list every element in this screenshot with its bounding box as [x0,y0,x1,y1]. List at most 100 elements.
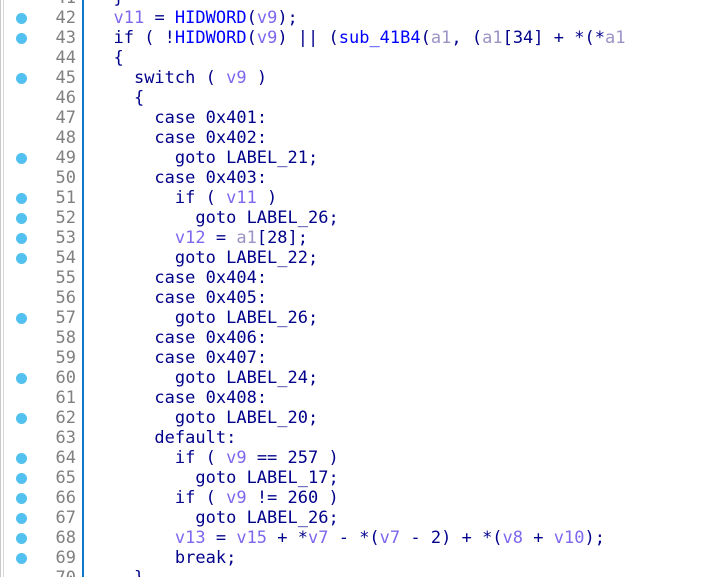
breakpoint-toggle-cell[interactable] [4,472,38,484]
code-line[interactable]: if ( !HIDWORD(v9) || (sub_41B4(a1, (a1[3… [84,28,713,48]
code-line[interactable]: v11 = HIDWORD(v9); [84,8,713,28]
code-line[interactable]: case 0x404: [84,268,713,288]
breakpoint-toggle-cell[interactable] [4,273,38,284]
breakpoint-dot-icon[interactable] [15,12,27,24]
code-line[interactable]: goto LABEL_24; [84,368,713,388]
code-line[interactable]: case 0x408: [84,388,713,408]
breakpoint-toggle-cell[interactable] [4,433,38,444]
code-line[interactable]: if ( v9 == 257 ) [84,448,713,468]
breakpoint-toggle-cell[interactable] [4,133,38,144]
gutter-row[interactable]: 54 [4,248,82,268]
gutter-row[interactable]: 61 [4,388,82,408]
code-line[interactable]: goto LABEL_20; [84,408,713,428]
code-line[interactable]: switch ( v9 ) [84,68,713,88]
breakpoint-dot-icon[interactable] [15,152,27,164]
breakpoint-dot-icon[interactable] [15,512,27,524]
gutter-row[interactable]: 58 [4,328,82,348]
breakpoint-dot-icon[interactable] [15,232,27,244]
breakpoint-dot-icon[interactable] [15,452,27,464]
breakpoint-toggle-cell[interactable] [4,252,38,264]
code-line[interactable]: goto LABEL_26; [84,508,713,528]
code-line[interactable]: goto LABEL_26; [84,208,713,228]
breakpoint-dot-icon[interactable] [15,372,27,384]
breakpoint-dot-icon[interactable] [15,412,27,424]
pseudocode-editor[interactable]: 4142434445464748495051525354555657585960… [0,0,713,577]
breakpoint-toggle-cell[interactable] [4,192,38,204]
code-line[interactable]: } [84,0,713,8]
breakpoint-toggle-cell[interactable] [4,173,38,184]
breakpoint-dot-icon[interactable] [15,532,27,544]
gutter-row[interactable]: 64 [4,448,82,468]
code-line[interactable]: case 0x402: [84,128,713,148]
gutter-row[interactable]: 45 [4,68,82,88]
breakpoint-toggle-cell[interactable] [4,393,38,404]
breakpoint-toggle-cell[interactable] [4,552,38,564]
breakpoint-toggle-cell[interactable] [4,32,38,44]
gutter-row[interactable]: 44 [4,48,82,68]
breakpoint-dot-icon[interactable] [15,192,27,204]
gutter-row[interactable]: 56 [4,288,82,308]
gutter-row[interactable]: 62 [4,408,82,428]
breakpoint-dot-icon[interactable] [15,32,27,44]
breakpoint-dot-icon[interactable] [15,252,27,264]
gutter-row[interactable]: 43 [4,28,82,48]
breakpoint-dot-icon[interactable] [15,212,27,224]
breakpoint-toggle-cell[interactable] [4,72,38,84]
code-line[interactable]: goto LABEL_17; [84,468,713,488]
breakpoint-toggle-cell[interactable] [4,353,38,364]
breakpoint-toggle-cell[interactable] [4,152,38,164]
breakpoint-toggle-cell[interactable] [4,113,38,124]
breakpoint-toggle-cell[interactable] [4,512,38,524]
breakpoint-toggle-cell[interactable] [4,372,38,384]
breakpoint-toggle-cell[interactable] [4,12,38,24]
code-line[interactable]: case 0x407: [84,348,713,368]
code-line[interactable]: { [84,48,713,68]
code-line[interactable]: if ( v11 ) [84,188,713,208]
breakpoint-toggle-cell[interactable] [4,452,38,464]
code-line[interactable]: if ( v9 != 260 ) [84,488,713,508]
breakpoint-toggle-cell[interactable] [4,0,38,4]
breakpoint-toggle-cell[interactable] [4,573,38,577]
code-text-area[interactable]: } v11 = HIDWORD(v9); if ( !HIDWORD(v9) |… [84,0,713,577]
code-line[interactable]: goto LABEL_26; [84,308,713,328]
gutter-row[interactable]: 65 [4,468,82,488]
breakpoint-toggle-cell[interactable] [4,293,38,304]
gutter-row[interactable]: 59 [4,348,82,368]
gutter-row[interactable]: 52 [4,208,82,228]
code-line[interactable]: break; [84,548,713,568]
breakpoint-dot-icon[interactable] [15,72,27,84]
code-line[interactable]: v13 = v15 + *v7 - *(v7 - 2) + *(v8 + v10… [84,528,713,548]
gutter-row[interactable]: 63 [4,428,82,448]
breakpoint-toggle-cell[interactable] [4,53,38,64]
line-number-gutter[interactable]: 4142434445464748495051525354555657585960… [4,0,84,577]
breakpoint-dot-icon[interactable] [15,312,27,324]
gutter-row[interactable]: 51 [4,188,82,208]
gutter-row[interactable]: 57 [4,308,82,328]
gutter-row[interactable]: 49 [4,148,82,168]
gutter-row[interactable]: 66 [4,488,82,508]
breakpoint-dot-icon[interactable] [15,492,27,504]
code-line[interactable]: default: [84,428,713,448]
gutter-row[interactable]: 50 [4,168,82,188]
gutter-row[interactable]: 60 [4,368,82,388]
breakpoint-dot-icon[interactable] [15,472,27,484]
gutter-row[interactable]: 41 [4,0,82,8]
code-line[interactable]: { [84,88,713,108]
code-line[interactable]: case 0x406: [84,328,713,348]
gutter-row[interactable]: 53 [4,228,82,248]
breakpoint-dot-icon[interactable] [15,552,27,564]
breakpoint-toggle-cell[interactable] [4,492,38,504]
gutter-row[interactable]: 69 [4,548,82,568]
gutter-row[interactable]: 47 [4,108,82,128]
code-line[interactable]: v12 = a1[28]; [84,228,713,248]
code-line[interactable]: case 0x405: [84,288,713,308]
gutter-row[interactable]: 46 [4,88,82,108]
breakpoint-toggle-cell[interactable] [4,232,38,244]
gutter-row[interactable]: 48 [4,128,82,148]
breakpoint-toggle-cell[interactable] [4,312,38,324]
breakpoint-toggle-cell[interactable] [4,212,38,224]
gutter-row[interactable]: 68 [4,528,82,548]
code-line[interactable]: case 0x401: [84,108,713,128]
breakpoint-toggle-cell[interactable] [4,412,38,424]
code-line[interactable]: } [84,568,713,577]
